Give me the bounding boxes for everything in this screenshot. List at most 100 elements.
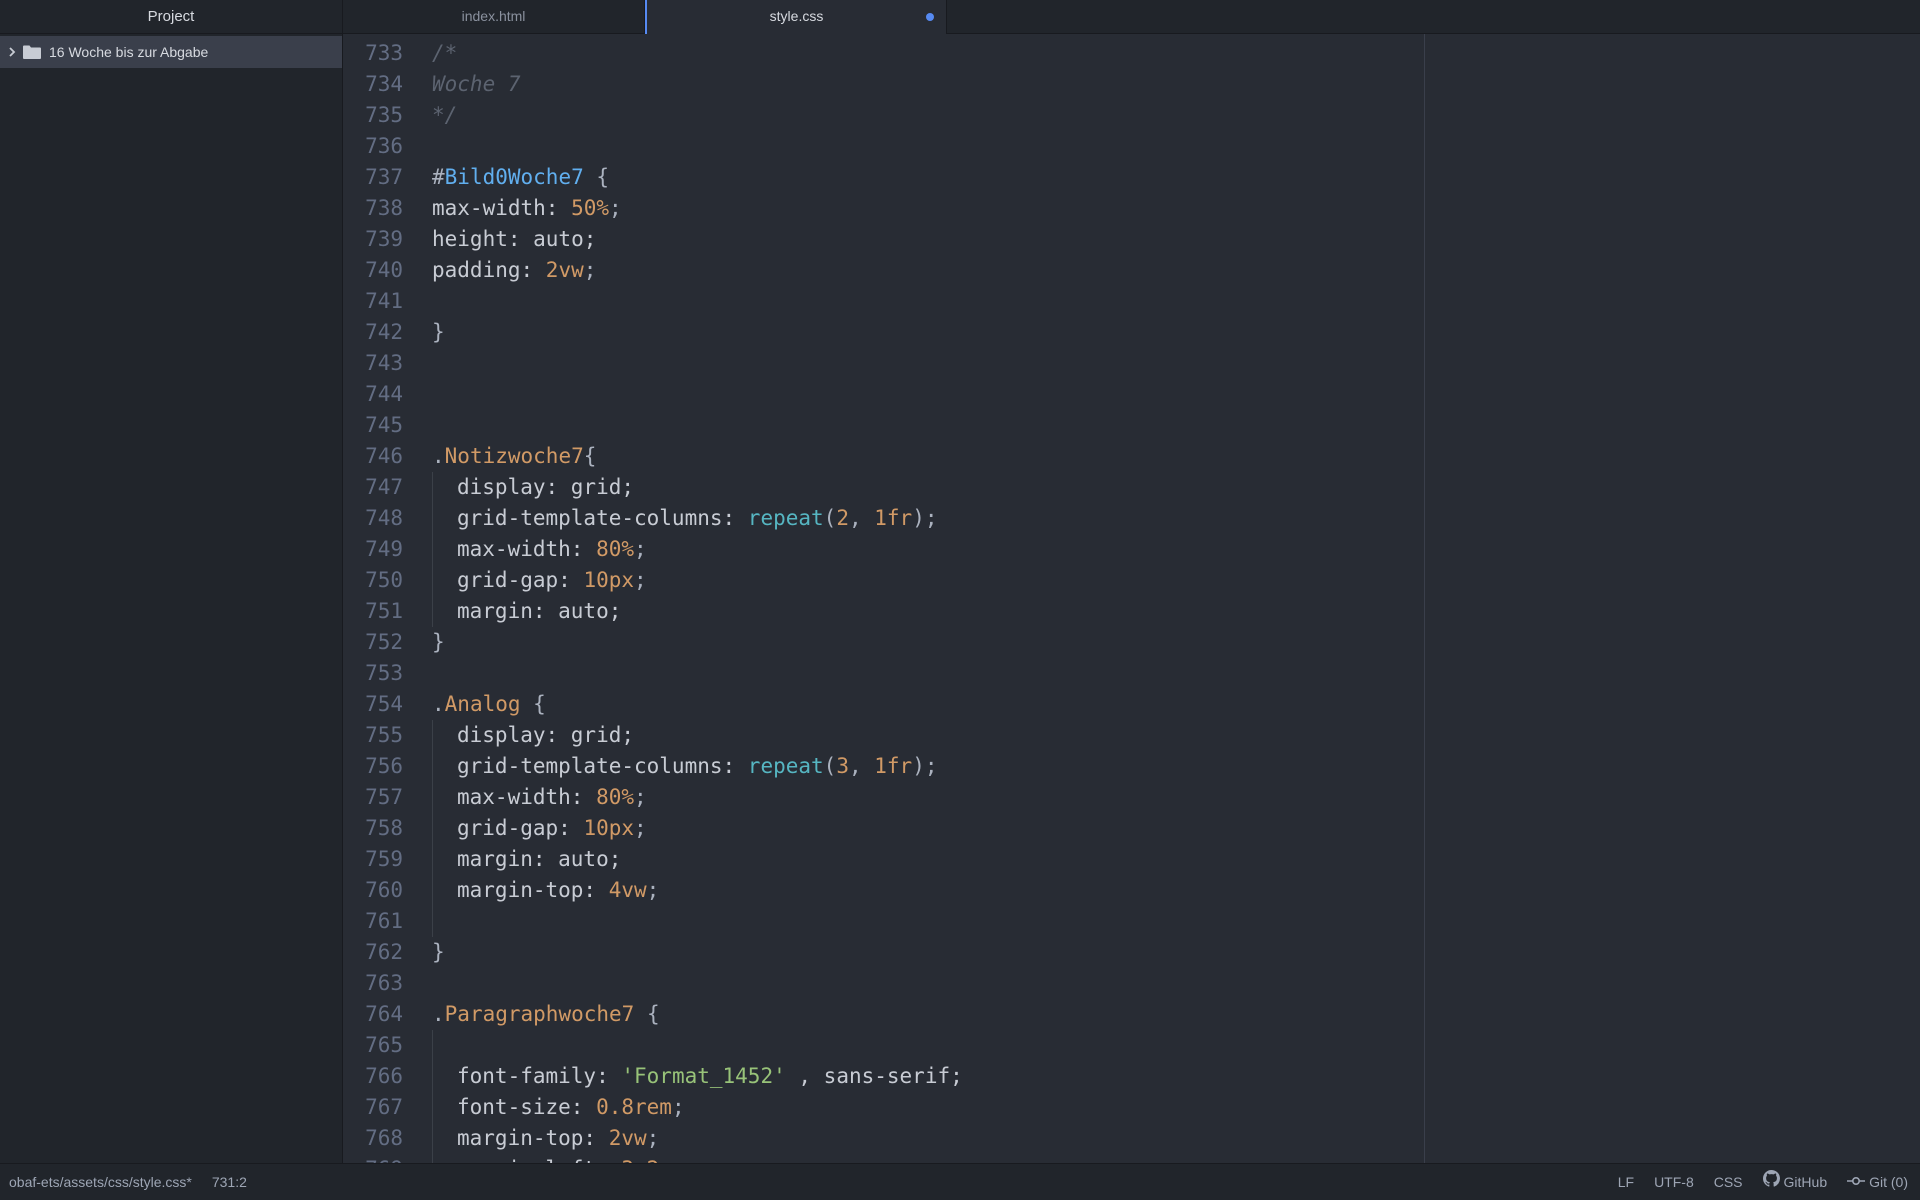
line-number[interactable]: 747 xyxy=(343,472,403,503)
code-line[interactable]: 760 margin-top: 4vw; xyxy=(343,875,1920,906)
line-number[interactable]: 752 xyxy=(343,627,403,658)
tab-bar: index.html style.css xyxy=(343,0,1920,34)
line-number[interactable]: 743 xyxy=(343,348,403,379)
line-number[interactable]: 757 xyxy=(343,782,403,813)
status-line-ending[interactable]: LF xyxy=(1618,1164,1634,1200)
modified-indicator-icon[interactable] xyxy=(926,13,934,21)
line-number[interactable]: 769 xyxy=(343,1154,403,1163)
code-line[interactable]: 769 margin-left: 3.2vw; xyxy=(343,1154,1920,1163)
code-line[interactable]: 739 height: auto; xyxy=(343,224,1920,255)
code-line[interactable]: 766 font-family: 'Format_1452' , sans-ser… xyxy=(343,1061,1920,1092)
status-cursor-position[interactable]: 731:2 xyxy=(212,1164,247,1200)
code-line[interactable]: 735 */ xyxy=(343,100,1920,131)
line-number[interactable]: 767 xyxy=(343,1092,403,1123)
line-number[interactable]: 755 xyxy=(343,720,403,751)
line-number[interactable]: 764 xyxy=(343,999,403,1030)
code-line[interactable]: 740 padding: 2vw; xyxy=(343,255,1920,286)
code-line[interactable]: 746 .Notizwoche7{ xyxy=(343,441,1920,472)
line-number[interactable]: 744 xyxy=(343,379,403,410)
code-line[interactable]: 742} xyxy=(343,317,1920,348)
line-number[interactable]: 746 xyxy=(343,441,403,472)
line-number[interactable]: 742 xyxy=(343,317,403,348)
chevron-right-icon[interactable] xyxy=(7,46,17,58)
code-line[interactable]: 761 xyxy=(343,906,1920,937)
code-line[interactable]: 764 .Paragraphwoche7 { xyxy=(343,999,1920,1030)
code-line[interactable]: 741 xyxy=(343,286,1920,317)
line-number[interactable]: 751 xyxy=(343,596,403,627)
code-token: Woche 7 xyxy=(432,72,521,96)
code-line[interactable]: 736 xyxy=(343,131,1920,162)
status-grammar[interactable]: CSS xyxy=(1714,1164,1743,1200)
line-number[interactable]: 761 xyxy=(343,906,403,937)
status-file-path[interactable]: obaf-ets/assets/css/style.css* xyxy=(9,1164,192,1200)
code-line[interactable]: 738 max-width: 50%; xyxy=(343,193,1920,224)
line-text: .Paragraphwoche7 { xyxy=(432,999,660,1030)
line-number[interactable]: 749 xyxy=(343,534,403,565)
line-number[interactable]: 750 xyxy=(343,565,403,596)
line-number[interactable]: 763 xyxy=(343,968,403,999)
code-line[interactable]: 748 grid-template-columns: repeat(2, 1fr)… xyxy=(343,503,1920,534)
line-number[interactable]: 735 xyxy=(343,100,403,131)
code-line[interactable]: 767 font-size: 0.8rem; xyxy=(343,1092,1920,1123)
line-number[interactable]: 734 xyxy=(343,69,403,100)
line-number[interactable]: 765 xyxy=(343,1030,403,1061)
line-number[interactable]: 745 xyxy=(343,410,403,441)
line-number[interactable]: 741 xyxy=(343,286,403,317)
code-line[interactable]: 762} xyxy=(343,937,1920,968)
code-line[interactable]: 759 margin: auto; xyxy=(343,844,1920,875)
code-line[interactable]: 750 grid-gap: 10px; xyxy=(343,565,1920,596)
code-token: max-width: xyxy=(457,537,597,561)
line-number[interactable]: 758 xyxy=(343,813,403,844)
line-number[interactable]: 738 xyxy=(343,193,403,224)
line-number[interactable]: 762 xyxy=(343,937,403,968)
line-number[interactable]: 754 xyxy=(343,689,403,720)
line-text: grid-template-columns: repeat(3, 1fr); xyxy=(432,751,938,782)
code-line[interactable]: 744 xyxy=(343,379,1920,410)
code-line[interactable]: 758 grid-gap: 10px; xyxy=(343,813,1920,844)
tree-item-folder[interactable]: 16 Woche bis zur Abgabe xyxy=(0,36,342,68)
code-line[interactable]: 754 .Analog { xyxy=(343,689,1920,720)
code-token: 50% xyxy=(571,196,610,220)
code-line[interactable]: 756 grid-template-columns: repeat(3, 1fr)… xyxy=(343,751,1920,782)
line-number[interactable]: 740 xyxy=(343,255,403,286)
line-number[interactable]: 760 xyxy=(343,875,403,906)
code-editor[interactable]: 733 /* 734 Woche 7 735 */ 736 737 #Bild0Woche7 {… xyxy=(343,34,1920,1163)
code-line[interactable]: 763 xyxy=(343,968,1920,999)
line-number[interactable]: 768 xyxy=(343,1123,403,1154)
project-panel-title[interactable]: Project xyxy=(0,0,342,34)
code-line[interactable]: 768 margin-top: 2vw; xyxy=(343,1123,1920,1154)
line-number[interactable]: 737 xyxy=(343,162,403,193)
status-github[interactable]: GitHub xyxy=(1762,1164,1827,1200)
code-line[interactable]: 751 margin: auto; xyxy=(343,596,1920,627)
status-git[interactable]: Git (0) xyxy=(1847,1164,1908,1200)
code-token: padding: xyxy=(432,258,546,282)
tab-index-html[interactable]: index.html xyxy=(343,0,645,33)
line-number[interactable]: 756 xyxy=(343,751,403,782)
code-line[interactable]: 734 Woche 7 xyxy=(343,69,1920,100)
code-line[interactable]: 752} xyxy=(343,627,1920,658)
code-line[interactable]: 733 /* xyxy=(343,38,1920,69)
code-line[interactable]: 753 xyxy=(343,658,1920,689)
status-encoding[interactable]: UTF-8 xyxy=(1654,1164,1694,1200)
code-line[interactable]: 749 max-width: 80%; xyxy=(343,534,1920,565)
code-line[interactable]: 765 xyxy=(343,1030,1920,1061)
line-number[interactable]: 759 xyxy=(343,844,403,875)
tab-label: index.html xyxy=(461,8,526,24)
line-number[interactable]: 766 xyxy=(343,1061,403,1092)
line-number[interactable]: 748 xyxy=(343,503,403,534)
code-line[interactable]: 745 xyxy=(343,410,1920,441)
line-number[interactable]: 736 xyxy=(343,131,403,162)
code-line[interactable]: 737 #Bild0Woche7 { xyxy=(343,162,1920,193)
code-line[interactable]: 755 display: grid; xyxy=(343,720,1920,751)
code-lines[interactable]: 733 /* 734 Woche 7 735 */ 736 737 #Bild0Woche7 {… xyxy=(343,38,1920,1163)
code-line[interactable]: 757 max-width: 80%; xyxy=(343,782,1920,813)
git-label: Git (0) xyxy=(1869,1174,1908,1190)
line-number[interactable]: 753 xyxy=(343,658,403,689)
code-line[interactable]: 743 xyxy=(343,348,1920,379)
line-text: grid-template-columns: repeat(2, 1fr); xyxy=(432,503,938,534)
line-number[interactable]: 739 xyxy=(343,224,403,255)
line-number[interactable]: 733 xyxy=(343,38,403,69)
tab-style-css[interactable]: style.css xyxy=(645,0,947,34)
code-line[interactable]: 747 display: grid; xyxy=(343,472,1920,503)
line-text: display: grid; xyxy=(432,472,634,503)
